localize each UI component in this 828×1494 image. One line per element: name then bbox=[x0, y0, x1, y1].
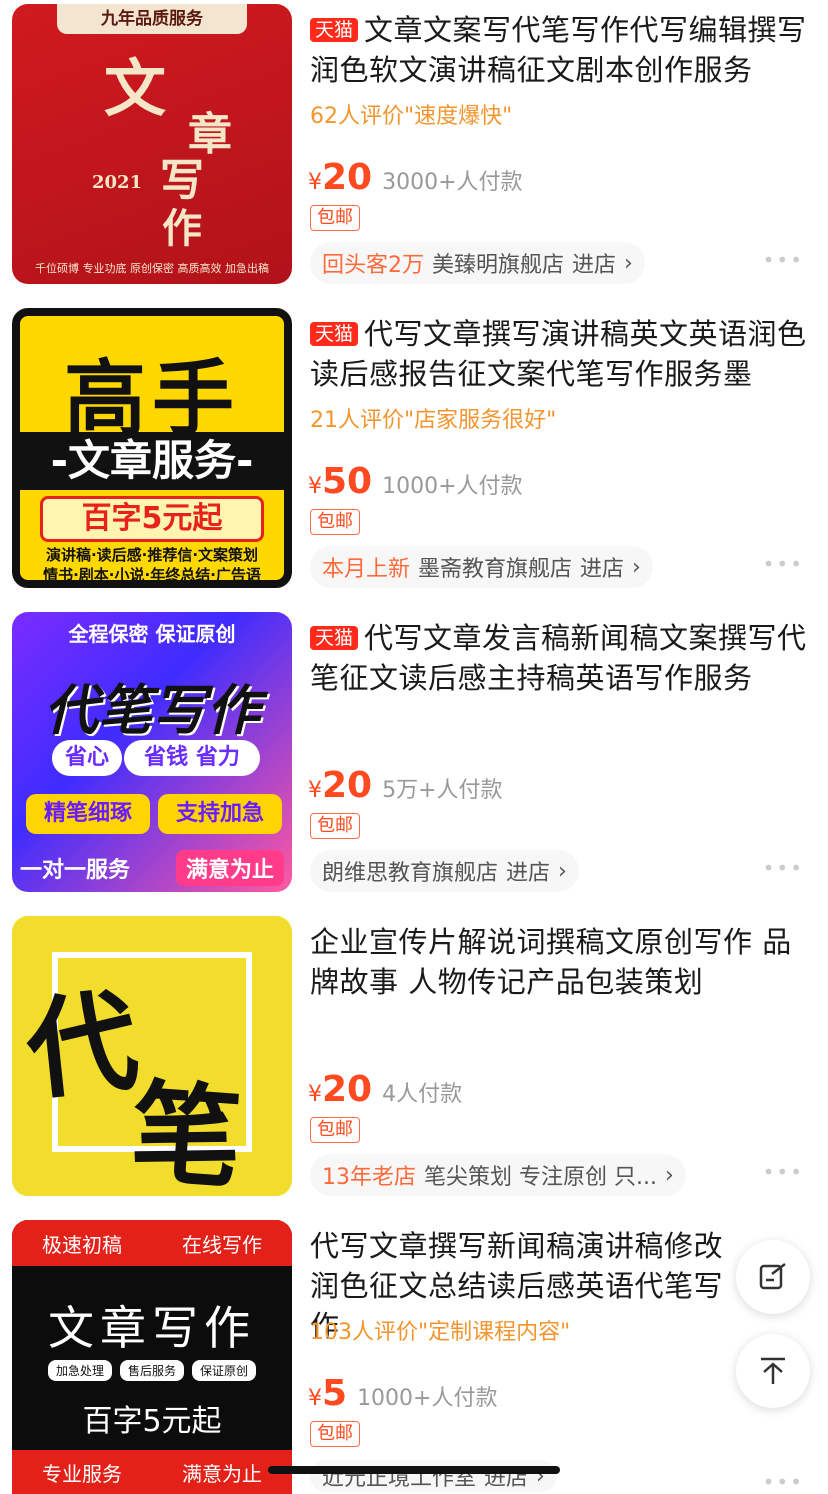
price: ¥20 bbox=[308, 765, 373, 806]
store-name: 笔尖策划 专注原创 只... bbox=[424, 1165, 657, 1190]
product-card[interactable]: 全程保密 保证原创 代笔写作 省心 省钱 省力 精笔细琢 支持加急 一对一服务 … bbox=[0, 608, 828, 912]
thumb-tag: 支持加急 bbox=[158, 794, 282, 834]
thumb-pill: 省心 bbox=[52, 740, 122, 776]
thumb-title: 文章写作 bbox=[48, 1301, 256, 1355]
sales-count: 3000+人付款 bbox=[382, 170, 523, 195]
product-card[interactable]: 九年品质服务 文 章 写 作 2021 千位硕博 专业功底 原创保密 高质高效 … bbox=[0, 0, 828, 304]
product-title-text: 代写文章撰写演讲稿英文英语润色读后感报告征文案代笔写作服务墨 bbox=[310, 317, 807, 391]
free-shipping-badge: 包邮 bbox=[310, 205, 360, 231]
enter-store-label: 进店 bbox=[506, 861, 551, 886]
thumb-bar: -文章服务- bbox=[20, 432, 284, 490]
enter-store-label: 进店 bbox=[484, 1466, 529, 1491]
thumb-char: 代 bbox=[20, 975, 144, 1116]
enter-store-label: 进店 bbox=[580, 557, 625, 582]
chevron-right-icon: › bbox=[664, 1162, 674, 1188]
product-thumbnail[interactable]: 代 笔 bbox=[12, 916, 292, 1196]
more-dots-icon[interactable]: ••• bbox=[763, 552, 804, 576]
store-link[interactable]: 本月上新 墨斋教育旗舰店 进店 › bbox=[310, 546, 653, 588]
chevron-right-icon: › bbox=[632, 554, 641, 580]
thumb-top-bar: 极速初稿 在线写作 bbox=[12, 1220, 292, 1266]
home-indicator bbox=[268, 1466, 560, 1474]
more-dots-icon[interactable]: ••• bbox=[763, 1470, 804, 1494]
review-summary: 103人评价"定制课程内容" bbox=[310, 1320, 571, 1345]
thumb-top: 全程保密 保证原创 bbox=[68, 622, 236, 646]
thumb-line: 情书·剧本·小说·年终总结·广告语 bbox=[43, 566, 261, 584]
thumb-chips: 加急处理 售后服务 保证原创 bbox=[12, 1360, 292, 1381]
store-link[interactable]: 13年老店 笔尖策划 专注原创 只... › bbox=[310, 1154, 686, 1196]
product-title[interactable]: 天猫 代写文章发言稿新闻稿文案撰写代笔征文读后感主持稿英语写作服务 bbox=[310, 618, 810, 698]
product-title[interactable]: 企业宣传片解说词撰稿文原创写作 品牌故事 人物传记产品包装策划 bbox=[310, 922, 810, 1002]
free-shipping-badge: 包邮 bbox=[310, 813, 360, 839]
review-summary: 62人评价"速度爆快" bbox=[310, 104, 513, 129]
free-shipping-badge: 包邮 bbox=[310, 509, 360, 535]
thumb-char: 文 bbox=[104, 52, 167, 125]
edit-icon[interactable] bbox=[736, 1240, 810, 1314]
store-name: 朗维思教育旗舰店 bbox=[322, 861, 499, 886]
store-link[interactable]: 回头客2万 美臻明旗舰店 进店 › bbox=[310, 242, 645, 284]
price: ¥50 bbox=[308, 461, 373, 502]
thumb-char: 作 bbox=[162, 205, 202, 252]
sales-count: 1000+人付款 bbox=[357, 1386, 498, 1411]
product-card[interactable]: 高手 -文章服务- 百字5元起 演讲稿·读后感·推荐信·文案策划 情书·剧本·小… bbox=[0, 304, 828, 608]
sales-count: 5万+人付款 bbox=[382, 778, 503, 803]
price-row: ¥5 1000+人付款 bbox=[308, 1373, 498, 1414]
price: ¥20 bbox=[308, 157, 373, 198]
tmall-badge: 天猫 bbox=[310, 18, 359, 42]
product-title[interactable]: 天猫 代写文章撰写演讲稿英文英语润色读后感报告征文案代笔写作服务墨 bbox=[310, 314, 810, 394]
sales-count: 4人付款 bbox=[382, 1082, 463, 1107]
thumb-title: 代笔写作 bbox=[44, 679, 260, 742]
price-row: ¥20 5万+人付款 bbox=[308, 765, 503, 806]
thumb-char: 笔 bbox=[126, 1067, 246, 1196]
thumb-pink: 满意为止 bbox=[175, 850, 284, 886]
thumb-bottom-bar: 专业服务 满意为止 bbox=[12, 1450, 292, 1494]
product-title-text: 文章文案写代笔写作代写编辑撰写润色软文演讲稿征文剧本创作服务 bbox=[310, 13, 807, 87]
enter-store-label: 进店 bbox=[572, 253, 617, 278]
free-shipping-badge: 包邮 bbox=[310, 1117, 360, 1143]
tmall-badge: 天猫 bbox=[310, 626, 359, 650]
store-tag: 回头客2万 bbox=[322, 253, 424, 278]
review-summary: 21人评价"店家服务很好" bbox=[310, 408, 557, 433]
product-thumbnail[interactable]: 全程保密 保证原创 代笔写作 省心 省钱 省力 精笔细琢 支持加急 一对一服务 … bbox=[12, 612, 292, 892]
more-dots-icon[interactable]: ••• bbox=[763, 856, 804, 880]
store-name: 美臻明旗舰店 bbox=[432, 253, 565, 278]
store-link[interactable]: 朗维思教育旗舰店 进店 › bbox=[310, 850, 579, 892]
back-to-top-icon[interactable] bbox=[736, 1334, 810, 1408]
product-thumbnail[interactable]: 九年品质服务 文 章 写 作 2021 千位硕博 专业功底 原创保密 高质高效 … bbox=[12, 4, 292, 284]
thumb-price-tag: 百字5元起 bbox=[82, 1404, 222, 1439]
thumb-line: 演讲稿·读后感·推荐信·文案策划 bbox=[45, 546, 259, 564]
product-title-text: 代写文章发言稿新闻稿文案撰写代笔征文读后感主持稿英语写作服务 bbox=[310, 621, 807, 695]
thumb-bottom: 一对一服务 bbox=[20, 858, 131, 883]
tmall-badge: 天猫 bbox=[310, 322, 359, 346]
product-title[interactable]: 天猫 文章文案写代笔写作代写编辑撰写润色软文演讲稿征文剧本创作服务 bbox=[310, 10, 810, 90]
thumb-foot: 千位硕博 专业功底 原创保密 高质高效 加急出稿 bbox=[35, 262, 269, 275]
store-tag: 本月上新 bbox=[322, 557, 411, 582]
more-dots-icon[interactable]: ••• bbox=[763, 248, 804, 272]
price: ¥20 bbox=[308, 1069, 373, 1110]
store-link[interactable]: 近元正境工作室 进店 › bbox=[310, 1460, 557, 1492]
thumb-pill: 省钱 省力 bbox=[124, 740, 260, 776]
product-card[interactable]: 代 笔 企业宣传片解说词撰稿文原创写作 品牌故事 人物传记产品包装策划 ¥20 … bbox=[0, 912, 828, 1216]
thumb-band: 九年品质服务 bbox=[57, 4, 247, 34]
sales-count: 1000+人付款 bbox=[382, 474, 523, 499]
store-name: 墨斋教育旗舰店 bbox=[418, 557, 573, 582]
thumb-tag: 精笔细琢 bbox=[26, 794, 150, 834]
price: ¥5 bbox=[308, 1373, 348, 1414]
product-thumbnail[interactable]: 高手 -文章服务- 百字5元起 演讲稿·读后感·推荐信·文案策划 情书·剧本·小… bbox=[12, 308, 292, 588]
more-dots-icon[interactable]: ••• bbox=[763, 1160, 804, 1184]
thumb-price-tag: 百字5元起 bbox=[40, 496, 264, 542]
free-shipping-badge: 包邮 bbox=[310, 1421, 360, 1447]
price-row: ¥20 3000+人付款 bbox=[308, 157, 523, 198]
price-row: ¥20 4人付款 bbox=[308, 1069, 462, 1110]
price-row: ¥50 1000+人付款 bbox=[308, 461, 523, 502]
thumb-year: 2021 bbox=[92, 172, 143, 193]
product-thumbnail[interactable]: 极速初稿 在线写作 文章写作 加急处理 售后服务 保证原创 百字5元起 专业服务满… bbox=[12, 1220, 292, 1494]
chevron-right-icon: › bbox=[624, 250, 633, 276]
chevron-right-icon: › bbox=[558, 858, 567, 884]
store-name: 近元正境工作室 bbox=[322, 1466, 477, 1491]
product-card[interactable]: 极速初稿 在线写作 文章写作 加急处理 售后服务 保证原创 百字5元起 专业服务满… bbox=[0, 1216, 828, 1494]
store-tag: 13年老店 bbox=[322, 1165, 416, 1190]
